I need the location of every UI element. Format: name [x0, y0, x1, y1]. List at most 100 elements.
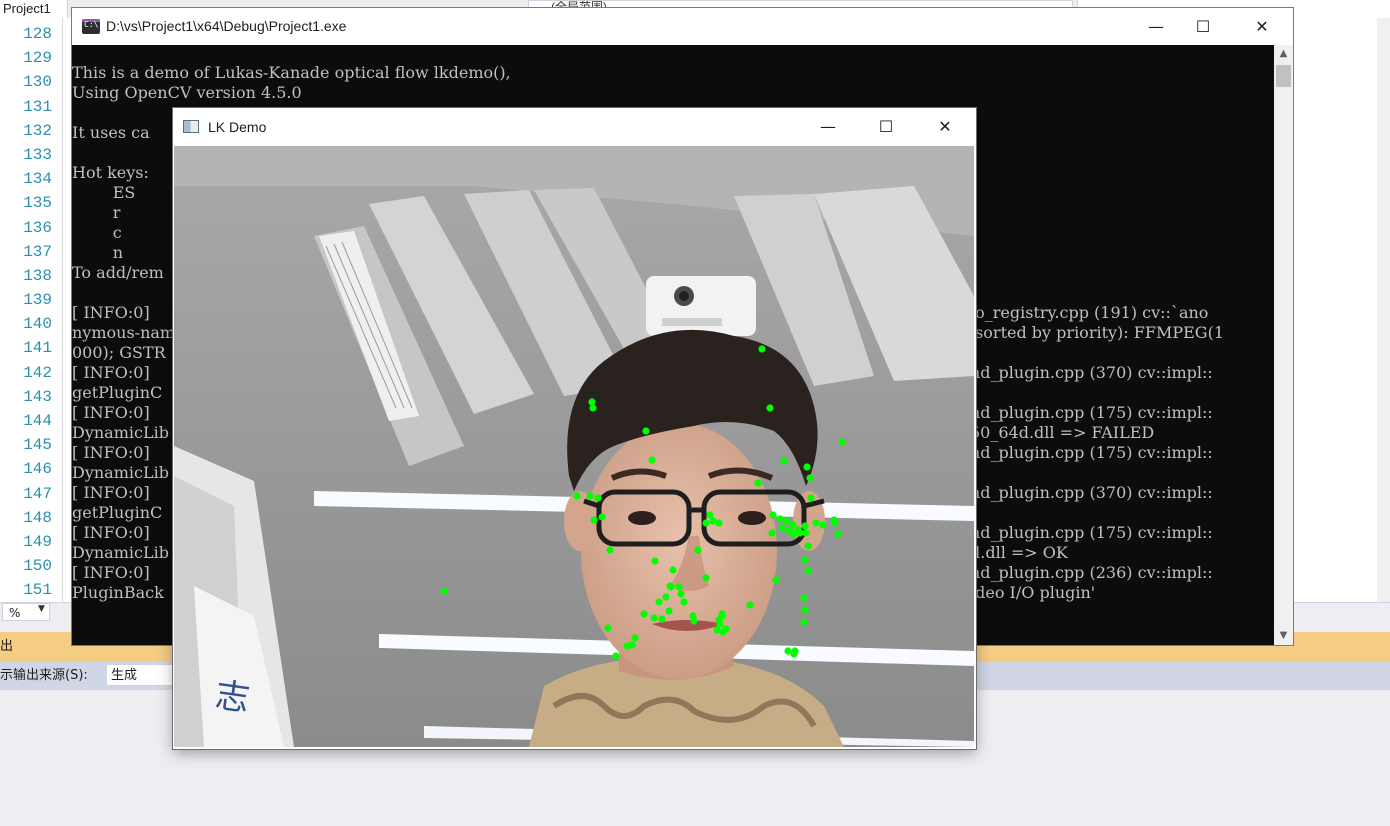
tracked-point — [665, 607, 673, 615]
lk-demo-title: LK Demo — [208, 119, 267, 135]
tracked-point — [589, 404, 597, 412]
console-line: [ INFO:0] — [72, 563, 150, 582]
tracked-point — [772, 576, 780, 584]
project-combo[interactable]: Project1 — [0, 0, 68, 18]
tracked-point — [680, 598, 688, 606]
tracked-point — [754, 479, 762, 487]
tracked-point — [648, 456, 656, 464]
console-line: [ INFO:0] — [72, 303, 150, 322]
scroll-up-icon[interactable]: ▲ — [1274, 45, 1293, 63]
console-line: [ INFO:0] — [72, 443, 150, 462]
console-line: ES — [72, 183, 136, 202]
console-line: r — [72, 203, 121, 222]
lk-minimize-button[interactable]: — — [805, 108, 851, 146]
tracked-point — [807, 494, 815, 502]
tracked-point — [604, 624, 612, 632]
console-maximize-button[interactable]: ☐ — [1180, 8, 1226, 45]
tracked-point — [658, 615, 666, 623]
tracked-point — [694, 546, 702, 554]
console-line: To add/rem — [72, 263, 164, 282]
lk-demo-window[interactable]: LK Demo — ☐ ✕ 志 — [173, 108, 976, 749]
console-close-button[interactable]: ✕ — [1239, 8, 1285, 45]
tracked-point — [715, 519, 723, 527]
line-number: 149 — [23, 532, 52, 551]
chevron-down-icon[interactable]: ▼ — [38, 604, 45, 614]
console-titlebar[interactable]: C:\ D:\vs\Project1\x64\Debug\Project1.ex… — [72, 8, 1293, 45]
console-line: [ INFO:0] — [72, 403, 150, 422]
tracked-point — [776, 515, 784, 523]
tracked-point — [746, 601, 754, 609]
console-line-tail: nd_plugin.cpp (175) cv::impl:: — [970, 403, 1213, 422]
console-line-tail: ideo I/O plugin' — [970, 583, 1096, 602]
line-numbers: 128 129 130 131 132 133 134 135 136 137 138 139 140 1… — [0, 22, 52, 603]
camera-view[interactable]: 志 — [174, 146, 974, 747]
tracked-point — [586, 492, 594, 500]
console-line-tail: nd_plugin.cpp (370) cv::impl:: — [970, 483, 1213, 502]
console-line: [ INFO:0] — [72, 523, 150, 542]
console-line-tail: sorted by priority): FFMPEG(1 — [970, 323, 1224, 342]
scroll-down-icon[interactable]: ▼ — [1274, 627, 1293, 645]
tracked-point — [758, 345, 766, 353]
console-line: It uses ca — [72, 123, 150, 142]
line-number: 151 — [23, 581, 52, 600]
tracked-point — [803, 463, 811, 471]
console-line-tail: nd_plugin.cpp (175) cv::impl:: — [970, 523, 1213, 542]
line-number: 145 — [23, 436, 52, 455]
console-line: getPluginC — [72, 383, 163, 402]
editor-scrollbar[interactable] — [1377, 18, 1390, 602]
tracked-point — [655, 598, 663, 606]
console-line: [ INFO:0] — [72, 363, 150, 382]
tracked-point — [819, 521, 827, 529]
tracked-point — [631, 634, 639, 642]
scroll-thumb[interactable] — [1276, 65, 1291, 87]
line-number: 131 — [23, 97, 52, 116]
console-line: DynamicLib — [72, 543, 169, 562]
console-line: c — [72, 223, 122, 242]
console-line-tail: io_registry.cpp (191) cv::`ano — [970, 303, 1209, 322]
output-source-select[interactable]: 生成 — [106, 664, 176, 686]
line-number: 137 — [23, 242, 52, 261]
line-number: 148 — [23, 508, 52, 527]
console-scrollbar[interactable]: ▲ ▼ — [1274, 45, 1293, 645]
output-source-label: 示输出来源(S): — [0, 668, 88, 683]
line-number: 133 — [23, 145, 52, 164]
console-minimize-button[interactable]: — — [1133, 8, 1179, 45]
console-line: getPluginC — [72, 503, 163, 522]
console-line-tail: nd_plugin.cpp (236) cv::impl:: — [970, 563, 1213, 582]
output-panel-title: 出 — [0, 639, 14, 654]
lk-demo-titlebar[interactable]: LK Demo — ☐ ✕ — [173, 108, 976, 146]
console-line: nymous-nam — [72, 323, 176, 342]
console-line: This is a demo of Lukas-Kanade optical f… — [72, 63, 511, 82]
tracked-point — [606, 546, 614, 554]
console-app-icon: C:\ — [82, 19, 100, 34]
console-line-tail: nd_plugin.cpp (175) cv::impl:: — [970, 443, 1213, 462]
tracked-point — [623, 642, 631, 650]
editor-right-area — [1293, 18, 1390, 602]
tracked-point — [801, 556, 809, 564]
line-number: 130 — [23, 73, 52, 92]
tracked-point — [812, 519, 820, 527]
tracked-point — [677, 590, 685, 598]
tracked-point — [722, 625, 730, 633]
tracked-point — [804, 567, 812, 575]
console-line: n — [72, 243, 123, 262]
line-number: 129 — [23, 49, 52, 68]
console-line: DynamicLib — [72, 423, 169, 442]
tracked-point — [766, 404, 774, 412]
tracked-point — [806, 474, 814, 482]
gutter-divider — [62, 18, 63, 602]
tracked-point — [642, 427, 650, 435]
tracked-point — [783, 517, 791, 525]
lk-close-button[interactable]: ✕ — [922, 108, 968, 146]
tracked-point — [768, 529, 776, 537]
lk-maximize-button[interactable]: ☐ — [863, 108, 909, 146]
tracked-point — [669, 566, 677, 574]
ceiling-projector — [646, 276, 756, 336]
tracked-point — [830, 516, 838, 524]
tracked-point — [440, 587, 448, 595]
tracked-point — [769, 511, 777, 519]
tracked-point — [791, 647, 799, 655]
tracked-point — [715, 616, 723, 624]
line-number: 142 — [23, 363, 52, 382]
tracked-point — [702, 519, 710, 527]
